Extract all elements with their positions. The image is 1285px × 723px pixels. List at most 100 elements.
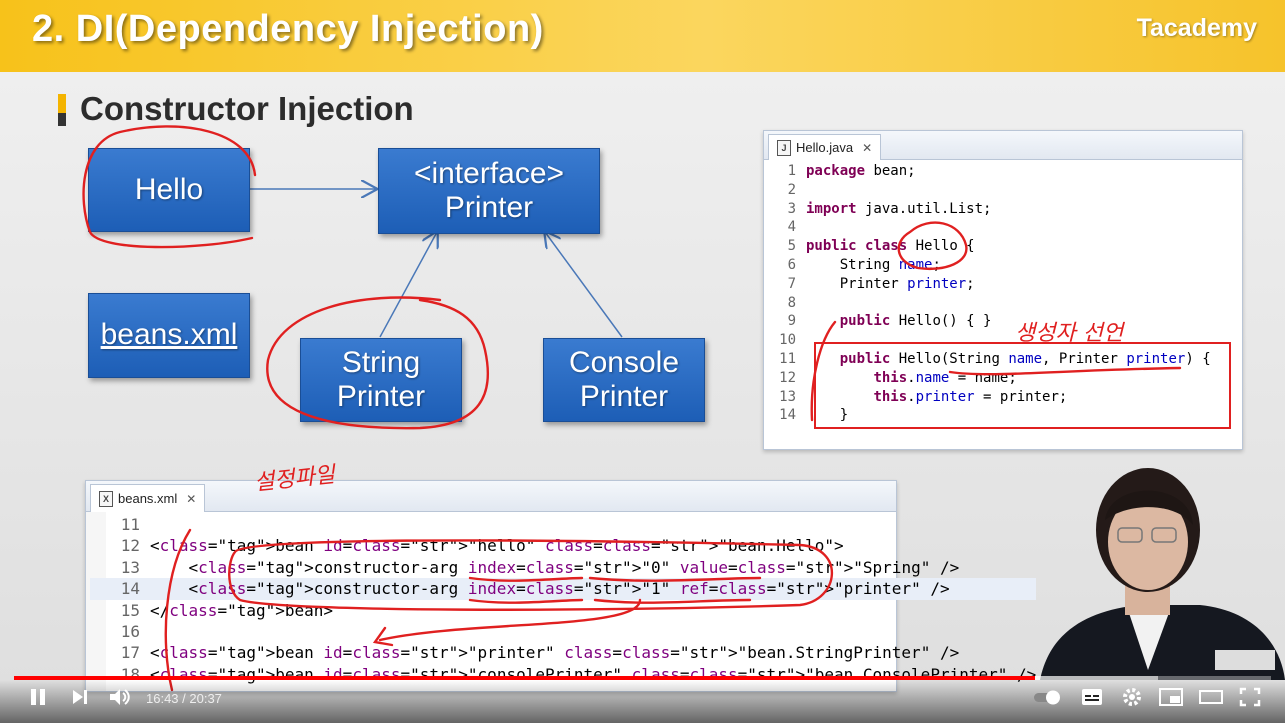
xml-code-area[interactable]: 11 12 <class="tag">bean id=class="str">"he… [90,514,1037,685]
line-number: 9 [787,313,796,330]
arrow-string-to-printer [379,232,437,338]
subtitles-button[interactable] [1080,686,1104,708]
video-frame[interactable]: 2. DI(Dependency Injection) Tacademy Con… [0,0,1285,723]
code-line: 14 } [774,406,1211,425]
time-display: 16:43 / 20:37 [146,691,222,706]
printer-interface-line2: Printer [444,191,534,224]
progress-played [14,676,1035,680]
code-line: 16 [90,621,1036,642]
code-line: 2 [774,181,1211,200]
miniplayer-button[interactable] [1158,686,1184,708]
code-line: 5 public class Hello { [774,237,1211,256]
code-text: public Hello(String name, Printer printe… [839,350,1211,367]
close-icon[interactable]: ✕ [186,492,196,506]
java-code-area[interactable]: 1 package bean; 2 3 import java.util.List; 4 5… [774,162,1211,425]
code-text: String name; [806,256,941,273]
tab-hello-java[interactable]: J Hello.java ✕ [768,134,882,160]
presenter-video [1010,440,1285,680]
tab-beans-xml-label: beans.xml [118,491,178,506]
code-line: 12 <class="tag">bean id=class="str">"hell… [90,535,1036,556]
java-editor: J Hello.java ✕ 1 package bean; 2 3 import ja… [763,130,1243,450]
code-line: 6 String name; [774,256,1211,275]
code-line: 1 package bean; [774,162,1211,181]
code-text: public Hello() { } [839,313,992,330]
line-number: 13 [120,557,140,577]
line-number: 5 [787,238,796,255]
line-number: 12 [120,536,140,556]
console-printer-line1: Console [568,345,680,379]
autoplay-toggle[interactable] [1032,686,1064,708]
line-number: 4 [787,219,796,236]
code-text: </class="tag">bean> [150,600,334,620]
volume-button[interactable] [108,686,132,708]
code-line: 13 this.printer = printer; [774,388,1211,407]
tab-beans-xml[interactable]: X beans.xml ✕ [90,484,206,512]
pause-button[interactable] [28,686,48,708]
xml-editor: X beans.xml ✕ 11 12 <class="tag">bean id=c… [85,480,1037,692]
code-line: 7 Printer printer; [774,275,1211,294]
code-text: this.printer = printer; [873,388,1068,405]
line-number: 11 [779,350,796,367]
string-printer-line2: Printer [336,380,426,413]
line-number: 6 [787,256,796,273]
line-number: 1 [787,163,796,179]
code-line: 4 [774,218,1211,237]
code-text: package bean; [806,163,916,179]
gear-icon [1123,688,1141,706]
close-icon[interactable]: ✕ [862,141,872,155]
code-line: 8 [774,294,1211,313]
line-number: 2 [787,181,796,198]
code-line: 17 <class="tag">bean id=class="str">"prin… [90,642,1036,663]
theater-mode-button[interactable] [1198,686,1224,708]
code-text: } [806,407,849,424]
subtitles-icon [1082,689,1102,705]
code-line: 14 <class="tag">constructor-arg index=cl… [90,578,1037,600]
line-number: 17 [120,643,140,663]
line-number: 7 [787,275,796,292]
beans-xml-link: beans.xml [100,318,238,352]
miniplayer-icon [1159,688,1183,706]
code-text: <class="tag">constructor-arg index=class… [150,579,950,599]
autoplay-icon [1034,690,1060,705]
settings-button[interactable] [1120,686,1144,708]
java-editor-tabstrip: J Hello.java ✕ [764,131,1242,160]
line-number: 14 [779,407,796,424]
line-number: 10 [779,332,796,349]
code-text: <class="tag">bean id=class="str">"hello"… [150,536,844,556]
presenter-figure [1040,468,1285,680]
line-number: 3 [787,200,796,217]
hello-box-label: Hello [134,172,204,206]
code-text: import java.util.List; [806,200,992,217]
fullscreen-button[interactable] [1238,686,1262,708]
progress-bar[interactable] [14,676,1271,680]
xml-editor-tabstrip: X beans.xml ✕ [86,481,896,512]
line-number: 15 [120,600,140,620]
line-number: 11 [120,515,140,534]
code-text: <class="tag">constructor-arg index=class… [150,557,960,577]
fullscreen-icon [1239,687,1261,707]
line-number: 16 [120,622,140,642]
volume-icon [110,689,130,705]
arrow-console-to-printer [545,232,623,338]
string-printer-line1: String [341,345,421,379]
code-line: 15 </class="tag">bean> [90,600,1036,621]
xml-file-icon: X [99,490,113,507]
console-printer-line2: Printer [579,380,669,413]
code-text: Printer printer; [806,275,975,292]
java-file-icon: J [777,139,791,156]
string-printer-box: String Printer [300,338,462,422]
line-number: 14 [120,579,140,599]
code-line: 9 public Hello() { } [774,312,1211,331]
pause-icon [31,689,45,705]
line-number: 13 [779,388,796,405]
console-printer-box: Console Printer [543,338,705,422]
code-line: 13 <class="tag">constructor-arg index=cl… [90,557,1036,578]
line-number: 8 [787,294,796,311]
theater-icon [1199,690,1223,704]
beans-xml-box: beans.xml [88,293,250,378]
next-button[interactable] [70,686,90,708]
line-number: 12 [779,369,796,386]
next-icon [73,690,87,704]
hello-box: Hello [88,148,250,232]
code-text: this.name = name; [873,369,1017,386]
